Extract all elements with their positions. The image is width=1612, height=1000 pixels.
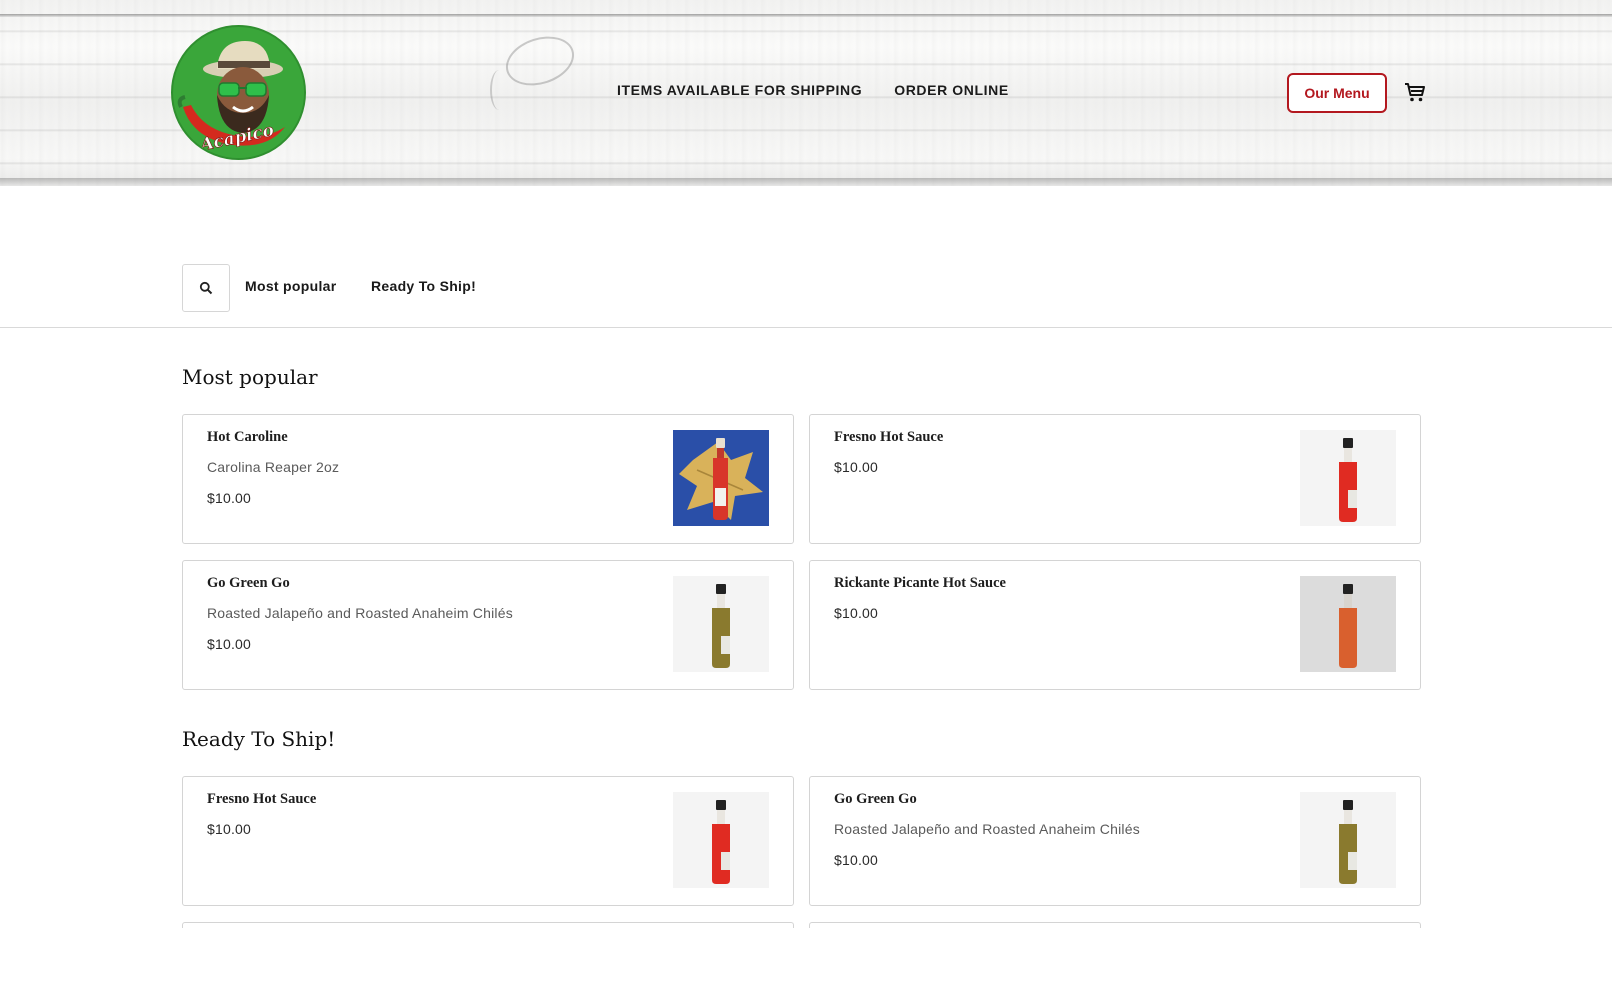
- product-card-hot-caroline[interactable]: Hot Caroline Carolina Reaper 2oz $10.00: [182, 414, 794, 544]
- product-image: [673, 576, 769, 672]
- cart-icon[interactable]: [1403, 80, 1427, 104]
- product-card-fresno-hot-sauce[interactable]: Fresno Hot Sauce $10.00: [809, 414, 1421, 544]
- product-name: Fresno Hot Sauce: [207, 791, 317, 807]
- product-card-go-green-go[interactable]: Go Green Go Roasted Jalapeño and Roasted…: [182, 560, 794, 690]
- product-image: [673, 792, 769, 888]
- product-image: [673, 430, 769, 526]
- brand-logo-icon: Acapico: [173, 27, 304, 158]
- category-link-ready-to-ship[interactable]: Ready To Ship!: [371, 278, 476, 294]
- category-link-most-popular[interactable]: Most popular: [245, 278, 336, 294]
- search-icon: [199, 281, 213, 295]
- our-menu-button[interactable]: Our Menu: [1287, 73, 1387, 113]
- main-nav: ITEMS AVAILABLE FOR SHIPPING ORDER ONLIN…: [617, 82, 1009, 98]
- product-name: Go Green Go: [207, 575, 290, 591]
- product-name: Hot Caroline: [207, 429, 288, 445]
- green-bottle-image-icon: [673, 576, 769, 672]
- product-price: $10.00: [834, 459, 879, 475]
- product-card-rickante-picante-hot-sauce[interactable]: Rickante Picante Hot Sauce $10.00: [809, 560, 1421, 690]
- brand-logo[interactable]: Acapico: [171, 25, 306, 160]
- product-description: Roasted Jalapeño and Roasted Anaheim Chi…: [207, 605, 513, 621]
- wood-knot-decoration: [499, 28, 581, 94]
- product-card-partial[interactable]: [182, 922, 794, 928]
- product-name: Go Green Go: [834, 791, 917, 807]
- wood-grain-decoration: [490, 70, 508, 110]
- shopping-cart-icon: [1405, 83, 1425, 102]
- red-bottle-image-icon: [673, 792, 769, 888]
- product-name: Fresno Hot Sauce: [834, 429, 944, 445]
- site-header: Acapico ITEMS AVAILABLE FOR SHIPPING ORD…: [0, 0, 1612, 186]
- nav-items-available-for-shipping[interactable]: ITEMS AVAILABLE FOR SHIPPING: [617, 82, 862, 98]
- product-image: [1300, 576, 1396, 672]
- product-price: $10.00: [834, 605, 879, 621]
- category-bar: Most popular Ready To Ship!: [0, 262, 1612, 328]
- product-price: $10.00: [207, 490, 252, 506]
- red-bottle-image-icon: [1300, 430, 1396, 526]
- section-title-most-popular: Most popular: [182, 365, 318, 389]
- product-price: $10.00: [207, 821, 252, 837]
- search-button[interactable]: [182, 264, 230, 312]
- product-price: $10.00: [207, 636, 252, 652]
- product-description: Roasted Jalapeño and Roasted Anaheim Chi…: [834, 821, 1140, 837]
- nav-order-online[interactable]: ORDER ONLINE: [894, 82, 1009, 98]
- red-bottle-on-blue-image-icon: [673, 430, 769, 526]
- product-name: Rickante Picante Hot Sauce: [834, 575, 1006, 591]
- product-image: [1300, 792, 1396, 888]
- product-description: Carolina Reaper 2oz: [207, 459, 340, 475]
- green-bottle-image-icon: [1300, 792, 1396, 888]
- product-price: $10.00: [834, 852, 879, 868]
- product-card-partial[interactable]: [809, 922, 1421, 928]
- orange-bottle-image-icon: [1300, 576, 1396, 672]
- product-image: [1300, 430, 1396, 526]
- product-card-fresno-hot-sauce[interactable]: Fresno Hot Sauce $10.00: [182, 776, 794, 906]
- section-title-ready-to-ship: Ready To Ship!: [182, 727, 336, 751]
- product-card-go-green-go[interactable]: Go Green Go Roasted Jalapeño and Roasted…: [809, 776, 1421, 906]
